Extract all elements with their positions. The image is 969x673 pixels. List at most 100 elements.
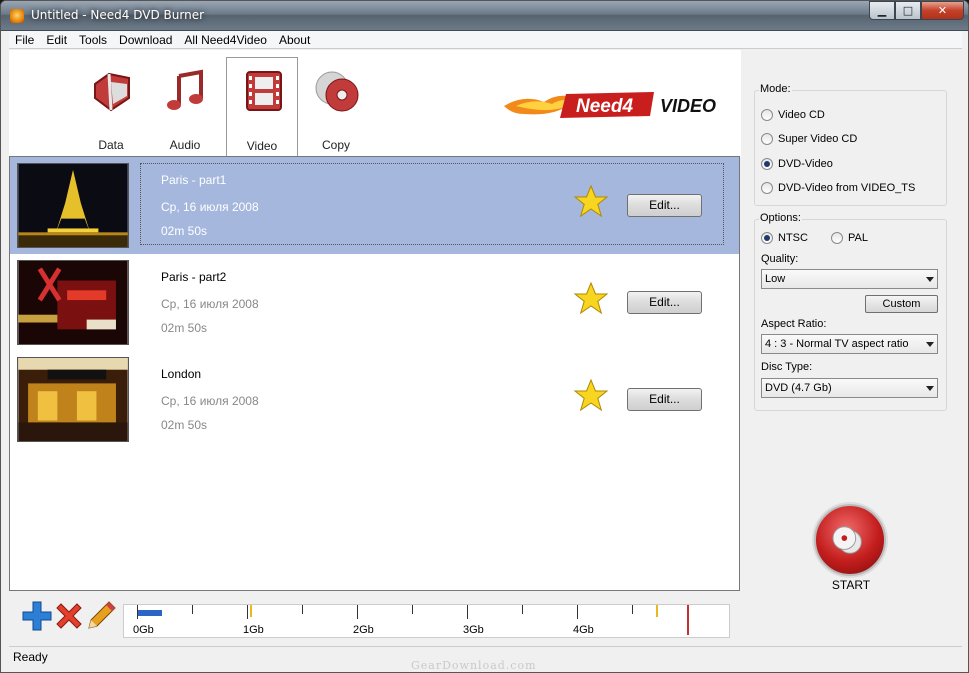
chevron-down-icon <box>926 386 934 391</box>
star-icon[interactable] <box>573 378 609 414</box>
scale-major-tick <box>137 605 138 619</box>
menu-bar: File Edit Tools Download All Need4Video … <box>9 31 962 49</box>
star-icon[interactable] <box>573 281 609 317</box>
options-group: Options: NTSC PAL Quality: Low Custom As… <box>754 212 947 411</box>
radio-icon <box>831 232 843 244</box>
dvd-max-marker <box>687 605 689 635</box>
tab-data[interactable]: Data <box>75 58 147 156</box>
watermark: GearDownload.com <box>411 659 537 672</box>
scale-label: 1Gb <box>243 624 264 636</box>
remove-icon[interactable] <box>53 600 85 632</box>
item-title: Paris - part2 <box>161 270 227 284</box>
quality-select[interactable]: Low <box>761 269 938 289</box>
title-bar[interactable]: Untitled - Need4 DVD Burner ▁ □ ✕ <box>1 1 968 31</box>
audio-icon <box>167 69 203 110</box>
minimize-button[interactable]: ▁ <box>869 1 895 20</box>
scale-major-tick <box>357 605 358 619</box>
scale-label: 4Gb <box>573 624 594 636</box>
aspect-ratio-label: Aspect Ratio: <box>761 318 827 330</box>
scale-minor-tick <box>632 605 633 614</box>
tab-copy-label: Copy <box>321 138 350 152</box>
scale-major-tick <box>247 605 248 619</box>
scale-label: 2Gb <box>353 624 374 636</box>
edit-pencil-icon[interactable] <box>85 600 117 632</box>
mode-option-dvd-video-from-video-ts[interactable]: DVD-Video from VIDEO_TS <box>761 182 915 194</box>
radio-selected-icon <box>761 232 773 244</box>
disc-type-label: Disc Type: <box>761 361 813 373</box>
scale-minor-tick <box>302 605 303 614</box>
copy-icon <box>315 71 359 112</box>
edit-button[interactable]: Edit... <box>627 194 702 217</box>
radio-icon <box>761 109 773 121</box>
mode-option-dvd-video[interactable]: DVD-Video <box>761 158 833 170</box>
item-date: Ср, 16 июля 2008 <box>161 394 259 408</box>
chevron-down-icon <box>926 342 934 347</box>
capacity-used-bar <box>137 610 162 616</box>
start-label: START <box>831 578 871 592</box>
tab-video[interactable]: Video <box>226 57 298 157</box>
scale-minor-tick <box>522 605 523 614</box>
list-item[interactable]: Paris - part2 Ср, 16 июля 2008 02m 50s E… <box>10 254 739 351</box>
video-list[interactable]: Paris - part1 Ср, 16 июля 2008 02m 50s E… <box>9 156 740 591</box>
item-date: Ср, 16 июля 2008 <box>161 200 259 214</box>
menu-file[interactable]: File <box>9 33 40 47</box>
menu-about[interactable]: About <box>273 33 316 47</box>
item-title: London <box>161 367 202 381</box>
item-date: Ср, 16 июля 2008 <box>161 297 259 311</box>
chevron-down-icon <box>926 277 934 282</box>
star-icon[interactable] <box>573 184 609 220</box>
tab-audio[interactable]: Audio <box>149 58 221 156</box>
menu-tools[interactable]: Tools <box>73 33 113 47</box>
tab-area: Data Audio Video Copy Need4 VIDEO <box>9 50 741 157</box>
add-icon[interactable] <box>21 600 53 632</box>
options-label: Options: <box>759 212 802 224</box>
radio-selected-icon <box>761 158 773 170</box>
scale-major-tick <box>467 605 468 619</box>
status-text: Ready <box>13 650 48 664</box>
thumbnail-london <box>17 357 129 442</box>
pal-radio[interactable]: PAL <box>831 232 868 244</box>
list-item[interactable]: Paris - part1 Ср, 16 июля 2008 02m 50s E… <box>10 157 739 254</box>
data-icon <box>94 72 130 112</box>
edit-button[interactable]: Edit... <box>627 388 702 411</box>
thumbnail-eiffel-tower <box>17 163 129 248</box>
logo-text-need4: Need4 <box>576 96 633 117</box>
scale-label: 3Gb <box>463 624 484 636</box>
custom-button[interactable]: Custom <box>865 295 938 313</box>
tab-audio-label: Audio <box>169 138 201 152</box>
item-duration: 02m 50s <box>161 224 208 238</box>
item-title: Paris - part1 <box>161 173 227 187</box>
mode-option-super-video-cd[interactable]: Super Video CD <box>761 133 857 145</box>
quality-label: Quality: <box>761 253 799 265</box>
edit-button[interactable]: Edit... <box>627 291 702 314</box>
menu-all-need4video[interactable]: All Need4Video <box>178 33 273 47</box>
disc-type-select[interactable]: DVD (4.7 Gb) <box>761 378 938 398</box>
menu-edit[interactable]: Edit <box>40 33 73 47</box>
radio-icon <box>761 182 773 194</box>
maximize-button[interactable]: □ <box>895 1 921 20</box>
list-item[interactable]: London Ср, 16 июля 2008 02m 50s Edit... <box>10 351 739 448</box>
aspect-ratio-select[interactable]: 4 : 3 - Normal TV aspect ratio <box>761 334 938 354</box>
video-icon <box>246 71 282 111</box>
item-duration: 02m 50s <box>161 321 208 335</box>
start-button[interactable] <box>814 504 886 576</box>
bottom-toolbar: 0Gb 1Gb 2Gb 3Gb 4Gb <box>9 596 962 643</box>
app-icon <box>10 9 24 23</box>
app-window: Untitled - Need4 DVD Burner ▁ □ ✕ File E… <box>0 0 969 673</box>
scale-minor-tick <box>192 605 193 614</box>
item-duration: 02m 50s <box>161 418 208 432</box>
ntsc-radio[interactable]: NTSC <box>761 232 808 244</box>
menu-download[interactable]: Download <box>113 33 178 47</box>
thumbnail-moulin-rouge <box>17 260 129 345</box>
scale-major-tick <box>577 605 578 619</box>
tab-video-label: Video <box>246 139 278 153</box>
tab-data-label: Data <box>98 138 124 152</box>
close-button[interactable]: ✕ <box>921 1 964 20</box>
radio-icon <box>761 133 773 145</box>
mode-option-video-cd[interactable]: Video CD <box>761 109 825 121</box>
mode-group: Mode: Video CD Super Video CD DVD-Video … <box>754 83 947 206</box>
cd-limit-marker <box>250 605 252 617</box>
disc-capacity-scale: 0Gb 1Gb 2Gb 3Gb 4Gb <box>123 604 730 638</box>
dvd-limit-marker <box>656 605 658 617</box>
tab-copy[interactable]: Copy <box>300 58 372 156</box>
